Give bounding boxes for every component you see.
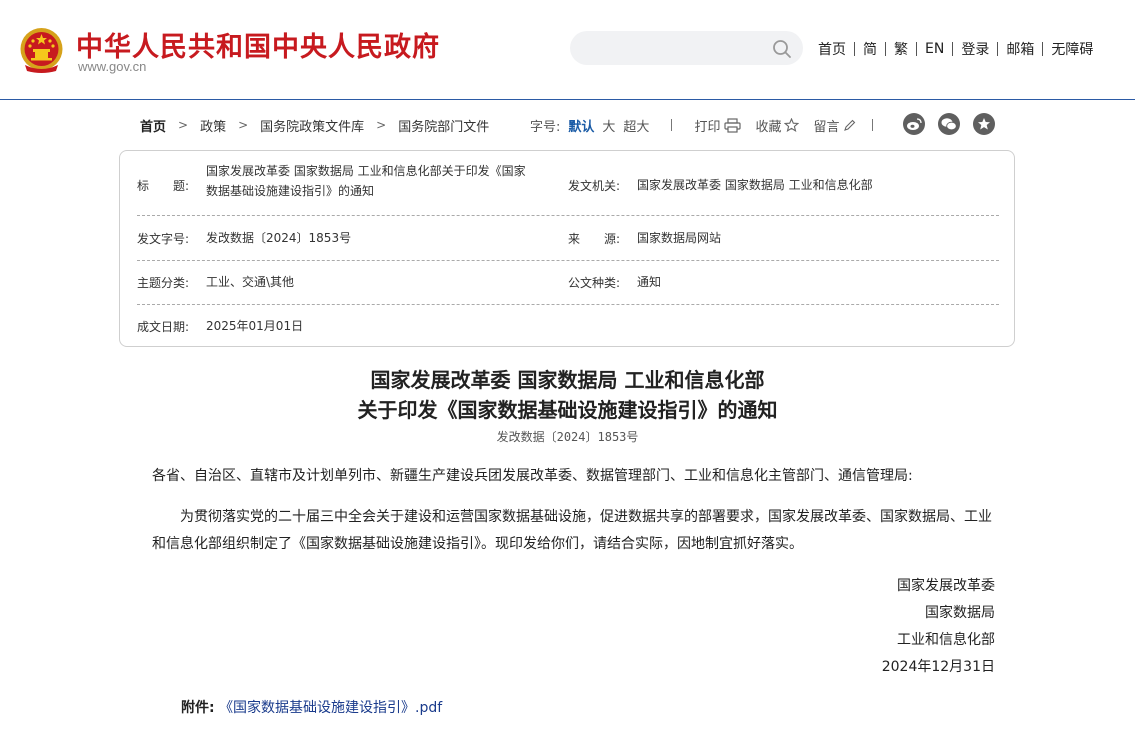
nav-english[interactable]: EN xyxy=(925,41,944,57)
nav-divider xyxy=(952,42,954,56)
nav-divider xyxy=(1042,42,1044,56)
body-line: 为贯彻落实党的二十届三中全会关于建设和运营国家数据基础设施，促进数据共享的部署要… xyxy=(152,509,992,525)
issuer-label: 发文机关: xyxy=(568,179,621,193)
title-value-line: 数据基础设施建设指引》的通知 xyxy=(206,184,375,198)
issuer-value: 国家发展改革委 国家数据局 工业和信息化部 xyxy=(637,178,873,192)
topic-value: 工业、交通\其他 xyxy=(206,275,295,289)
info-row-title: 标 题: 国家发展改革委 国家数据局 工业和信息化部关于印发《国家 数据基础设施… xyxy=(137,159,999,216)
breadcrumb-home[interactable]: 首页 xyxy=(140,116,166,135)
search-icon[interactable] xyxy=(772,39,792,59)
national-emblem-icon[interactable] xyxy=(19,27,64,74)
wechat-icon xyxy=(941,118,957,131)
attachment-label: 附件: xyxy=(181,700,215,716)
star-outline-icon xyxy=(784,118,800,132)
breadcrumb-policy[interactable]: 政策 xyxy=(200,116,226,135)
comment-label: 留言 xyxy=(813,119,840,135)
title-label: 标 题: xyxy=(137,179,190,193)
topic-label: 主题分类: xyxy=(137,276,190,290)
comment-button[interactable]: 留言 xyxy=(813,116,856,135)
pencil-icon xyxy=(844,119,856,131)
wechat-share-button[interactable] xyxy=(938,113,960,135)
printer-icon xyxy=(724,117,742,133)
doctype-value: 通知 xyxy=(637,275,662,289)
weibo-share-button[interactable] xyxy=(903,113,925,135)
title-value-line: 国家发展改革委 国家数据局 工业和信息化部关于印发《国家 xyxy=(206,164,526,178)
nav-login[interactable]: 登录 xyxy=(961,39,989,59)
breadcrumb-policy-library[interactable]: 国务院政策文件库 xyxy=(260,116,364,135)
salutation: 各省、自治区、直辖市及计划单列市、新疆生产建设兵团发展改革委、数据管理部门、工业… xyxy=(152,468,913,484)
article-tools: 字号: 默认 大 超大 打印 收藏 留言 xyxy=(530,116,874,135)
chevron-right-icon: > xyxy=(178,118,189,132)
favorite-share-button[interactable] xyxy=(973,113,995,135)
document-title-line1: 国家发展改革委 国家数据局 工业和信息化部 xyxy=(370,368,765,392)
document-title-line2: 关于印发《国家数据基础设施建设指引》的通知 xyxy=(357,398,778,422)
attachment-link[interactable]: 《国家数据基础设施建设指引》.pdf xyxy=(219,700,442,716)
nav-mail[interactable]: 邮箱 xyxy=(1006,39,1034,59)
print-label: 打印 xyxy=(694,119,721,135)
info-row-topic: 主题分类: 工业、交通\其他 公文种类: 通知 xyxy=(137,261,999,305)
date-value: 2025年01月01日 xyxy=(206,319,304,333)
docno-value: 发改数据〔2024〕1853号 xyxy=(206,231,352,245)
attachment: 附件: 《国家数据基础设施建设指引》.pdf xyxy=(181,697,442,717)
sign-date: 2024年12月31日 xyxy=(881,659,995,675)
nav-accessibility[interactable]: 无障碍 xyxy=(1051,39,1093,59)
docno-label: 发文字号: xyxy=(137,232,190,246)
body-line: 和信息化部组织制定了《国家数据基础设施建设指引》。现印发给你们，请结合实际，因地… xyxy=(152,536,803,552)
weibo-icon xyxy=(907,118,922,130)
share-icons xyxy=(903,113,995,135)
title-value: 国家发展改革委 国家数据局 工业和信息化部关于印发《国家 数据基础设施建设指引》… xyxy=(206,161,571,201)
tools-divider xyxy=(671,119,673,131)
favorite-button[interactable]: 收藏 xyxy=(755,116,800,135)
signature-3: 工业和信息化部 xyxy=(897,632,995,648)
print-button[interactable]: 打印 xyxy=(694,116,742,135)
nav-divider xyxy=(997,42,999,56)
search-input[interactable] xyxy=(570,31,803,65)
chevron-right-icon: > xyxy=(376,118,387,132)
star-icon xyxy=(978,118,990,130)
body-paragraph: 为贯彻落实党的二十届三中全会关于建设和运营国家数据基础设施，促进数据共享的部署要… xyxy=(152,504,997,558)
signature-1: 国家发展改革委 xyxy=(897,578,995,594)
nav-divider xyxy=(916,42,917,56)
source-label: 来 源: xyxy=(568,232,621,246)
font-size-xlarge-button[interactable]: 超大 xyxy=(623,116,649,135)
font-size-large-button[interactable]: 大 xyxy=(602,116,615,135)
tools-divider xyxy=(872,119,874,131)
document-number: 发改数据〔2024〕1853号 xyxy=(496,430,639,444)
nav-simplified[interactable]: 简 xyxy=(863,39,877,59)
nav-home[interactable]: 首页 xyxy=(818,39,846,59)
source-value: 国家数据局网站 xyxy=(637,231,722,245)
info-row-date: 成文日期: 2025年01月01日 xyxy=(137,305,999,343)
nav-divider xyxy=(854,42,855,56)
site-url[interactable]: www.gov.cn xyxy=(78,59,146,74)
font-size-label: 字号: xyxy=(530,119,561,135)
chevron-right-icon: > xyxy=(238,118,249,132)
site-header: 中华人民共和国中央人民政府 www.gov.cn 首页 简 繁 EN 登录 邮箱… xyxy=(0,0,1135,100)
top-nav: 首页 简 繁 EN 登录 邮箱 无障碍 xyxy=(818,39,1093,59)
font-size-default-button[interactable]: 默认 xyxy=(568,116,594,135)
breadcrumb-department-docs[interactable]: 国务院部门文件 xyxy=(398,116,489,135)
favorite-label: 收藏 xyxy=(755,119,782,135)
date-label: 成文日期: xyxy=(137,320,190,334)
signature-2: 国家数据局 xyxy=(925,605,995,621)
nav-traditional[interactable]: 繁 xyxy=(894,39,908,59)
document-info-table: 标 题: 国家发展改革委 国家数据局 工业和信息化部关于印发《国家 数据基础设施… xyxy=(119,150,1015,347)
doctype-label: 公文种类: xyxy=(568,276,621,290)
nav-divider xyxy=(885,42,886,56)
info-row-docno: 发文字号: 发改数据〔2024〕1853号 来 源: 国家数据局网站 xyxy=(137,216,999,261)
breadcrumb: 首页 > 政策 > 国务院政策文件库 > 国务院部门文件 xyxy=(140,116,489,135)
